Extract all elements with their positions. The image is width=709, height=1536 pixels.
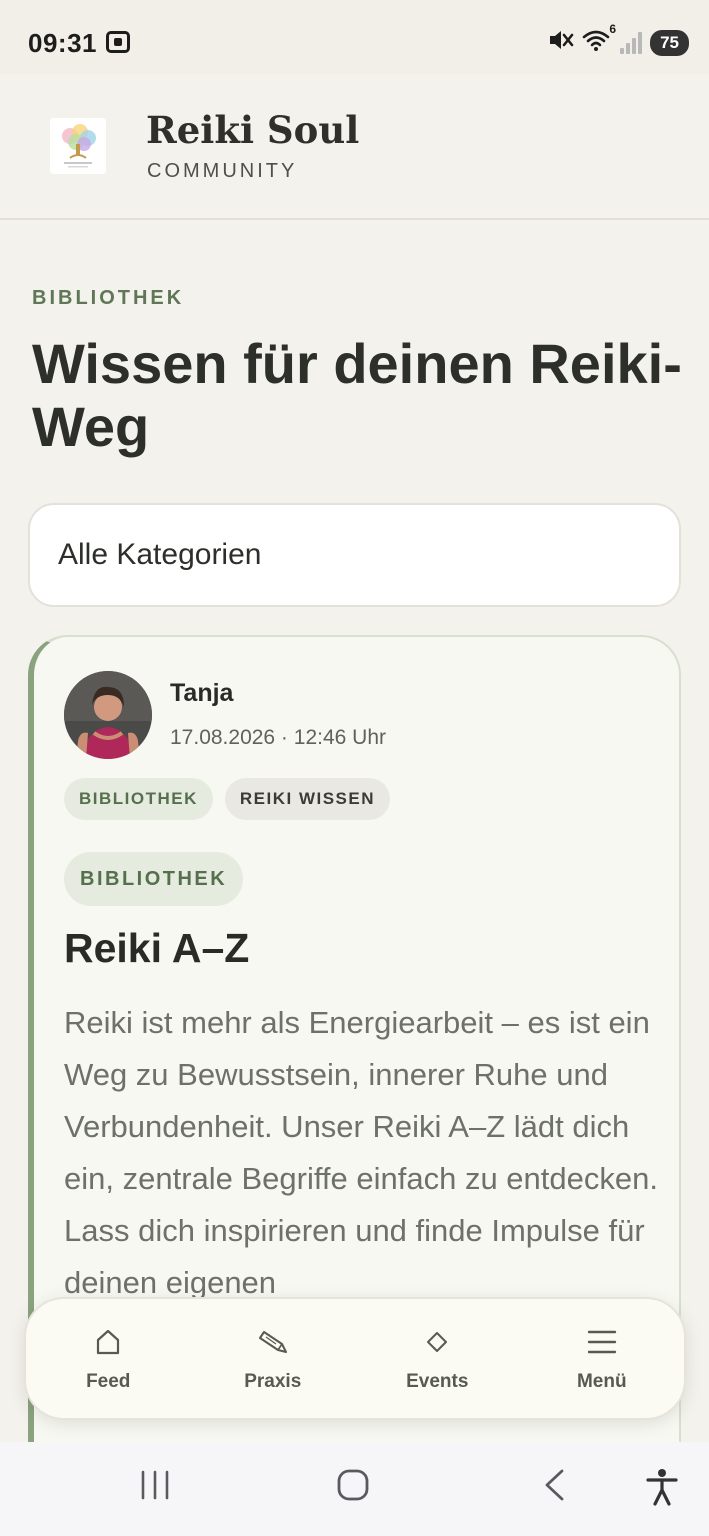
category-select-value: Alle Kategorien bbox=[58, 538, 262, 571]
screen-record-icon bbox=[106, 31, 130, 53]
tag-reiki-wissen[interactable]: REIKI WISSEN bbox=[224, 778, 391, 820]
post-date: 17.08.2026 · 12:46 Uhr bbox=[170, 726, 386, 749]
tag-bibliothek[interactable]: BIBLIOTHEK bbox=[64, 778, 213, 820]
post-excerpt: Reiki ist mehr als Energiearbeit – es is… bbox=[64, 1005, 658, 1300]
bottom-navigation: Feed Praxis Events Menü bbox=[24, 1297, 686, 1420]
status-time: 09:31 bbox=[28, 28, 97, 58]
home-icon bbox=[95, 1325, 121, 1359]
page-title: Wissen für deinen Reiki-Weg bbox=[32, 332, 682, 458]
wifi-icon: 6 bbox=[582, 22, 616, 57]
wifi-badge: 6 bbox=[609, 22, 617, 36]
mute-icon bbox=[548, 28, 574, 57]
signal-icon bbox=[620, 31, 643, 54]
app-header: Reiki Soul COMMUNITY bbox=[0, 74, 709, 220]
accessibility-icon[interactable] bbox=[645, 1468, 679, 1511]
nav-praxis[interactable]: Praxis bbox=[191, 1299, 356, 1418]
back-icon[interactable] bbox=[538, 1468, 572, 1507]
battery-indicator: 75 bbox=[650, 29, 689, 56]
nav-feed-label: Feed bbox=[86, 1371, 131, 1392]
hamburger-icon bbox=[587, 1325, 617, 1359]
tree-of-life-logo[interactable] bbox=[50, 118, 106, 174]
nav-events-label: Events bbox=[406, 1371, 469, 1392]
home-button-icon[interactable] bbox=[336, 1468, 370, 1507]
app-title: Reiki Soul bbox=[146, 108, 360, 152]
category-badge: BIBLIOTHEK bbox=[64, 852, 244, 906]
diamond-icon bbox=[425, 1325, 449, 1359]
pencil-icon bbox=[256, 1325, 290, 1359]
section-eyebrow: BIBLIOTHEK bbox=[32, 287, 185, 309]
nav-menu[interactable]: Menü bbox=[520, 1299, 685, 1418]
nav-feed[interactable]: Feed bbox=[26, 1299, 191, 1418]
system-navigation-bar bbox=[0, 1442, 709, 1536]
app-subtitle: COMMUNITY bbox=[147, 160, 298, 182]
nav-events[interactable]: Events bbox=[355, 1299, 520, 1418]
status-bar: 09:31 6 75 bbox=[0, 0, 709, 74]
post-title[interactable]: Reiki A–Z bbox=[64, 925, 249, 972]
status-icons: 6 75 bbox=[548, 22, 689, 57]
nav-praxis-label: Praxis bbox=[244, 1371, 302, 1392]
nav-menu-label: Menü bbox=[576, 1371, 627, 1392]
author-avatar[interactable] bbox=[64, 671, 152, 759]
category-select[interactable]: Alle Kategorien bbox=[28, 503, 681, 607]
author-name[interactable]: Tanja bbox=[170, 679, 233, 708]
recent-apps-icon[interactable] bbox=[138, 1468, 172, 1507]
post-tags: BIBLIOTHEK REIKI WISSEN bbox=[64, 778, 391, 820]
